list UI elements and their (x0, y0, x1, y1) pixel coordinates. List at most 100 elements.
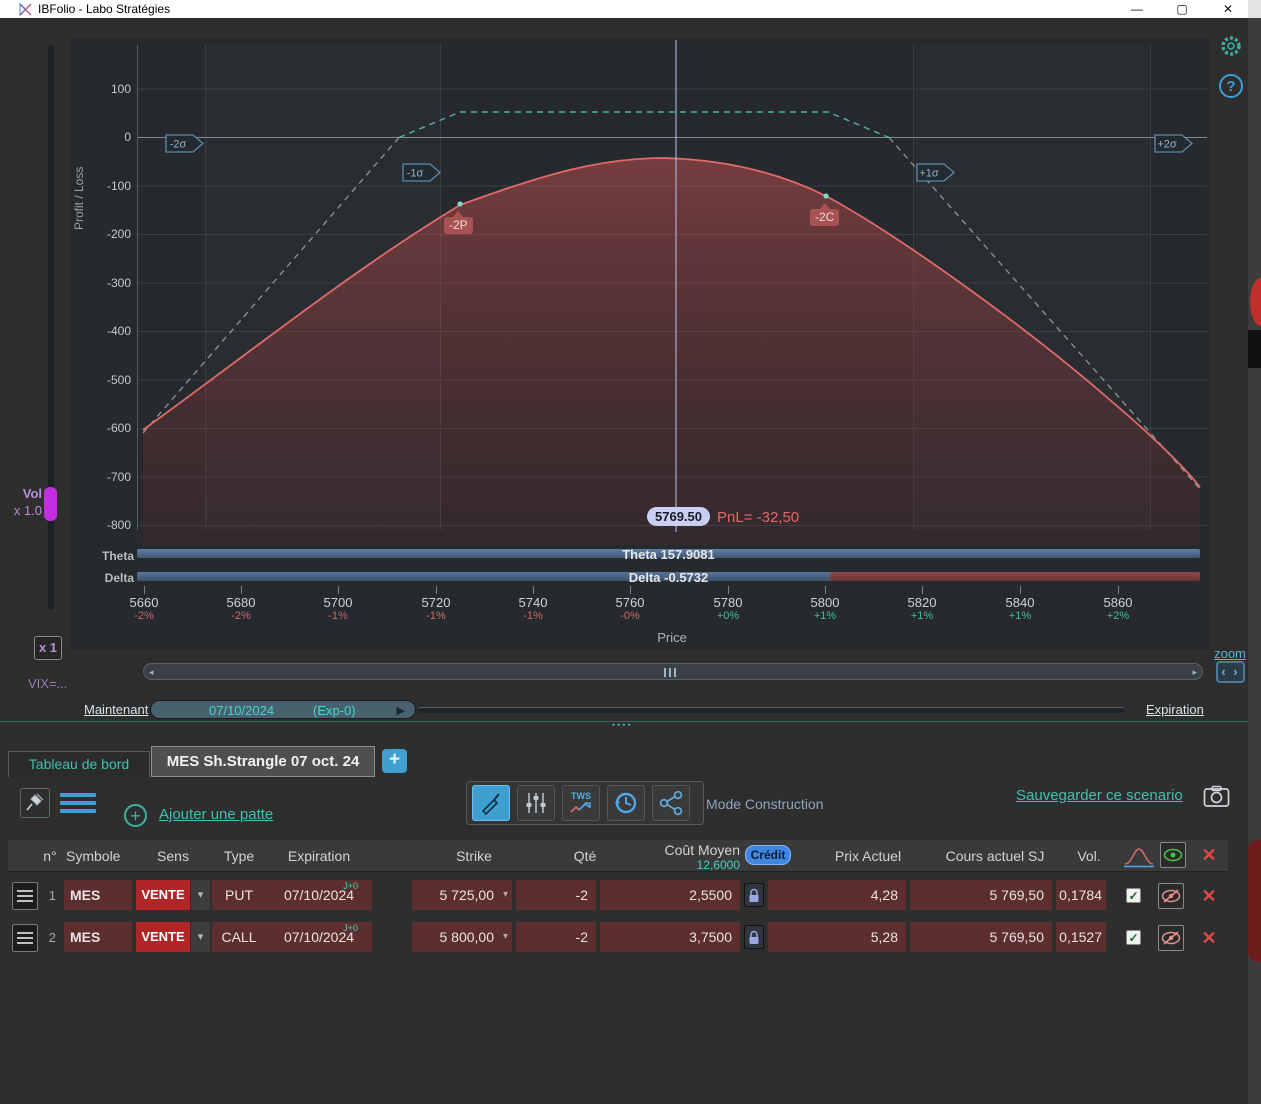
x-tick-pct: -0% (620, 610, 640, 622)
vol-slider-track[interactable] (48, 45, 54, 610)
chart-scrollbar[interactable]: ◂ ▸ (143, 663, 1203, 680)
row-delete-button[interactable]: ✕ (1196, 925, 1222, 951)
lock-button[interactable] (744, 883, 764, 907)
qte-cell[interactable]: -2 (516, 880, 596, 910)
payoff-plot[interactable] (137, 40, 1210, 546)
date-slider-track[interactable] (418, 707, 1125, 713)
splitter-handle[interactable]: •••• (612, 720, 633, 730)
theta-row-label: Theta (101, 549, 134, 563)
trowel-icon (481, 793, 500, 816)
curve-column-icon[interactable] (1122, 844, 1156, 870)
x-tick: 5860 (1103, 595, 1133, 610)
row-checkbox[interactable]: ✓ (1126, 930, 1141, 945)
row-delete-button[interactable]: ✕ (1196, 883, 1222, 909)
draw-tool-button[interactable] (472, 785, 510, 821)
x-tick-pct: +1% (910, 610, 934, 622)
settings-gear-icon[interactable] (1219, 34, 1243, 58)
days-to-exp: J+0 (343, 881, 358, 891)
credit-badge[interactable]: Crédit (745, 845, 791, 865)
zoom-range-button[interactable]: ‹ › (1216, 661, 1245, 683)
row-visibility-button[interactable] (1158, 883, 1184, 909)
save-scenario-link[interactable]: Sauvegarder ce scenario (1016, 787, 1183, 804)
add-tab-button[interactable]: + (382, 749, 407, 773)
pin-button[interactable] (20, 788, 50, 818)
strike-cell[interactable]: 5 800,00 ▾ (412, 922, 512, 952)
x-tick: 5780 (713, 595, 743, 610)
row-visibility-button[interactable] (1158, 925, 1184, 951)
lock-icon (749, 888, 759, 902)
strike-dropdown-icon[interactable]: ▾ (503, 922, 508, 952)
expiration-cell[interactable]: J+0 07/10/2024 (266, 922, 372, 952)
x-tick-pct: -1% (426, 610, 446, 622)
chart-tools-group: TWS (466, 781, 704, 825)
exp-offset: (Exp-0) (313, 703, 356, 718)
eye-icon (1163, 848, 1183, 862)
put-leg-tag[interactable]: -2P (444, 211, 473, 234)
sens-cell[interactable]: VENTE ▾ (136, 922, 210, 952)
close-button[interactable]: ✕ (1213, 1, 1243, 17)
x-axis-title: Price (657, 630, 687, 645)
scroll-left-icon[interactable]: ◂ (149, 667, 154, 678)
strike-cell[interactable]: 5 725,00 ▾ (412, 880, 512, 910)
x-tick: 5800 (810, 595, 840, 610)
y-tick: 100 (110, 82, 131, 96)
qte-cell[interactable]: -2 (516, 922, 596, 952)
menu-button[interactable] (60, 793, 96, 817)
delete-all-button[interactable]: ✕ (1196, 842, 1222, 868)
lock-button[interactable] (744, 925, 764, 949)
cout-cell[interactable]: 2,5500 (600, 880, 740, 910)
scrollbar-grip[interactable] (664, 668, 676, 677)
help-icon[interactable]: ? (1219, 74, 1243, 98)
sens-dropdown-icon[interactable]: ▾ (191, 880, 210, 910)
tws-tool-button[interactable]: TWS (562, 785, 600, 821)
prix-cell: 4,28 (768, 880, 906, 910)
row-checkbox[interactable]: ✓ (1126, 888, 1141, 903)
type-cell[interactable]: CALL (212, 922, 266, 952)
history-tool-button[interactable] (607, 785, 645, 821)
add-leg-link[interactable]: Ajouter une patte (159, 806, 273, 823)
symbole-cell[interactable]: MES (64, 880, 132, 910)
scroll-right-icon[interactable]: ▸ (1192, 667, 1197, 678)
cours-cell: 5 769,50 (910, 922, 1052, 952)
current-price-badge[interactable]: 5769.50 (647, 507, 710, 526)
y-tick: -400 (106, 324, 131, 338)
adjust-tool-button[interactable] (517, 785, 555, 821)
maximize-button[interactable]: ▢ (1167, 1, 1197, 17)
tab-dashboard[interactable]: Tableau de bord (8, 751, 150, 777)
cout-cell[interactable]: 3,7500 (600, 922, 740, 952)
days-to-exp: J+0 (343, 923, 358, 933)
minimize-button[interactable]: — (1122, 1, 1152, 17)
expiration-cell[interactable]: J+0 07/10/2024 (266, 880, 372, 910)
screenshot-camera-icon[interactable] (1203, 785, 1230, 808)
eye-off-icon (1161, 889, 1181, 903)
vol-x1-button[interactable]: x 1 (34, 636, 62, 660)
zoom-label[interactable]: zoom (1212, 646, 1248, 661)
sens-dropdown-icon[interactable]: ▾ (191, 922, 210, 952)
row-drag-handle[interactable] (12, 882, 38, 910)
tab-strategy[interactable]: MES Sh.Strangle 07 oct. 24 (151, 746, 375, 777)
symbole-cell[interactable]: MES (64, 922, 132, 952)
share-tool-button[interactable] (652, 785, 690, 821)
expiration-link[interactable]: Expiration (1146, 702, 1204, 717)
sliders-icon (526, 793, 546, 813)
type-cell[interactable]: PUT (212, 880, 266, 910)
x-tick-pct: +0% (716, 610, 740, 622)
x-tick: 5660 (129, 595, 159, 610)
background-titlebar-sliver (1248, 0, 1261, 18)
strike-dropdown-icon[interactable]: ▾ (503, 880, 508, 910)
x-tick: 5760 (615, 595, 645, 610)
toggle-all-visibility-button[interactable] (1160, 842, 1186, 868)
add-leg-plus-icon[interactable]: + (124, 804, 147, 827)
date-slider-thumb[interactable]: 07/10/2024 (Exp-0) ▶ (150, 700, 416, 719)
sens-cell[interactable]: VENTE ▾ (136, 880, 210, 910)
x-tick-pct: -1% (523, 610, 543, 622)
delta-row-label: Delta (104, 571, 134, 585)
date-step-icon[interactable]: ▶ (397, 704, 405, 717)
row-number: 2 (48, 930, 56, 945)
now-link[interactable]: Maintenant (84, 702, 148, 717)
strike-value: 5 725,00 (439, 887, 495, 903)
vol-slider-handle[interactable] (44, 487, 57, 521)
row-drag-handle[interactable] (12, 924, 38, 952)
call-leg-tag[interactable]: -2C (810, 203, 840, 226)
header-strike: Strike (456, 848, 492, 864)
